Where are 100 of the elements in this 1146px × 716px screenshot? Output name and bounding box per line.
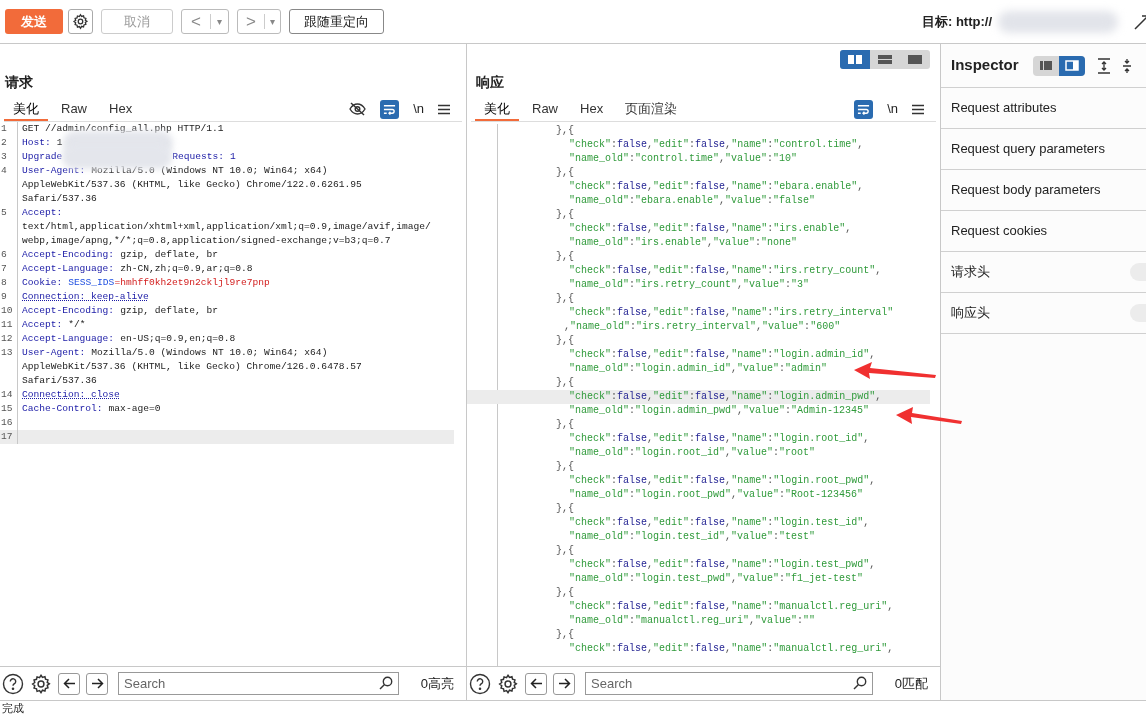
arrow-left-icon xyxy=(62,678,76,689)
wrap-toggle[interactable] xyxy=(854,99,874,119)
tab[interactable]: 美化 xyxy=(475,99,519,121)
newline-toggle[interactable]: \n xyxy=(413,99,424,119)
response-text: },{ xyxy=(556,293,574,304)
line-number: 9 xyxy=(1,291,7,302)
single-pane-icon xyxy=(907,54,923,65)
response-text: "name_old":"ebara.enable","value":"false" xyxy=(569,195,816,206)
header-name: Accept-Encoding: xyxy=(22,248,115,262)
request-text: GET //admin/config_all.php HTTP/1.1 xyxy=(22,122,224,136)
response-text: "name_old":"login.admin_id","value":"admin" xyxy=(569,363,828,374)
search-field[interactable]: Search xyxy=(118,672,399,695)
header-value: zh-CN,zh;q=0.9,ar;q=0.8 xyxy=(120,262,253,276)
header-name: Accept-Language: xyxy=(22,262,115,276)
inspector-section[interactable]: Request body parameters xyxy=(941,170,1146,211)
response-text: },{ xyxy=(556,503,574,514)
line-number: 5 xyxy=(1,207,7,218)
response-text: },{ xyxy=(556,335,574,346)
response-text: "check":false,"edit":false,"name":"irs.retry_count", xyxy=(569,265,882,276)
tab[interactable]: 页面渲染 xyxy=(616,99,687,121)
forward-button-group[interactable]: > ▾ xyxy=(237,9,281,34)
header-value: */* xyxy=(68,318,86,332)
inspector-section[interactable]: Request query parameters xyxy=(941,129,1146,170)
response-text: },{ xyxy=(556,545,574,556)
collapse-all-icon[interactable] xyxy=(1122,57,1131,74)
previous-button[interactable] xyxy=(525,672,547,695)
header-name: User-Agent: xyxy=(22,164,86,178)
match-count: 0高亮 xyxy=(420,674,454,693)
line-number: 14 xyxy=(1,389,13,400)
header-value: Mozilla/5.0 (Windows NT 10.0; Win64; x64) xyxy=(91,346,328,360)
header-name: Cookie: xyxy=(22,276,63,290)
line-number: 15 xyxy=(1,403,13,414)
header-name: Accept-Encoding: xyxy=(22,304,115,318)
help-icon[interactable] xyxy=(2,672,24,695)
settings-icon[interactable] xyxy=(30,672,52,695)
header-name: Host: xyxy=(22,136,51,150)
response-text: "check":false,"edit":false,"name":"login.test_pwd", xyxy=(569,559,876,570)
back-arrow: < xyxy=(190,13,202,30)
response-text: },{ xyxy=(556,377,574,388)
inspector-section[interactable]: Request attributes xyxy=(941,88,1146,129)
request-text: Safari/537.36 xyxy=(22,374,97,388)
search-icon xyxy=(852,676,867,690)
inspector-view-button[interactable] xyxy=(1058,55,1085,76)
response-text: "check":false,"edit":false,"name":"irs.enable", xyxy=(569,223,852,234)
response-text: "name_old":"login.root_id","value":"root" xyxy=(569,447,816,458)
header-name: Cache-Control: xyxy=(22,402,103,416)
tab[interactable]: 美化 xyxy=(4,99,48,121)
eye-off-icon[interactable] xyxy=(349,102,367,116)
tab[interactable]: Hex xyxy=(100,99,142,121)
response-text: "name_old":"manualctl.reg_uri","value":"" xyxy=(569,615,816,626)
search-field[interactable]: Search xyxy=(585,672,873,695)
inspector-section[interactable]: Request cookies xyxy=(941,211,1146,252)
settings-icon[interactable] xyxy=(497,672,519,695)
header-value: Mozilla/5.0 (Windows NT 10.0; Win64; x64) xyxy=(91,164,328,178)
response-text: "name_old":"login.test_pwd","value":"f1_jet-test" xyxy=(569,573,864,584)
newline-toggle[interactable]: \n xyxy=(887,99,898,119)
header-name: Upgrade xyxy=(22,150,63,164)
tab[interactable]: Raw xyxy=(52,99,96,121)
status-text: 完成 xyxy=(2,703,24,714)
inspector-section[interactable]: 请求头 xyxy=(941,252,1146,293)
arrow-left-icon xyxy=(529,678,543,689)
next-button[interactable] xyxy=(86,672,108,695)
settings-button[interactable] xyxy=(68,9,93,34)
response-text: "check":false,"edit":false,"name":"ebara.enable", xyxy=(569,181,864,192)
line-number: 4 xyxy=(1,165,7,176)
response-text: "name_old":"irs.enable","value":"none" xyxy=(569,237,798,248)
rows-icon xyxy=(877,54,893,65)
response-text: },{ xyxy=(556,209,574,220)
back-button-group[interactable]: < ▾ xyxy=(181,9,229,34)
menu-icon[interactable] xyxy=(438,103,450,115)
response-text: "name_old":"login.root_pwd","value":"Root-123456" xyxy=(569,489,864,500)
next-button[interactable] xyxy=(553,672,575,695)
response-text: "check":false,"edit":false,"name":"login.root_id", xyxy=(569,433,870,444)
previous-button[interactable] xyxy=(58,672,80,695)
response-text: "name_old":"control.time","value":"10" xyxy=(569,153,798,164)
request-text: Connection: keep-alive xyxy=(22,290,149,304)
line-number: 17 xyxy=(1,431,13,442)
menu-icon[interactable] xyxy=(912,103,924,115)
inspector-section[interactable]: 响应头 xyxy=(941,293,1146,334)
tab[interactable]: Raw xyxy=(523,99,567,121)
header-value: gzip, deflate, br xyxy=(120,248,218,262)
response-text: },{ xyxy=(556,461,574,472)
tab[interactable]: Hex xyxy=(571,99,613,121)
line-number: 16 xyxy=(1,417,13,428)
help-icon[interactable] xyxy=(469,672,491,695)
expand-icon[interactable] xyxy=(1134,13,1146,30)
request-text: Safari/537.36 xyxy=(22,192,97,206)
wrap-toggle[interactable] xyxy=(380,99,400,119)
response-text: "check":false,"edit":false,"name":"irs.retry_interval" xyxy=(569,307,894,318)
left-sidebar-icon xyxy=(1038,60,1053,71)
arrow-right-icon xyxy=(90,678,104,689)
response-text: "check":false,"edit":false,"name":"manualctl.reg_uri", xyxy=(569,601,894,612)
response-text: "name_old":"login.test_id","value":"test" xyxy=(569,531,816,542)
line-number: 10 xyxy=(1,305,13,316)
request-text: Connection: close xyxy=(22,388,120,402)
expand-all-icon[interactable] xyxy=(1096,57,1111,74)
request-text: text/html,application/xhtml+xml,application/xml;q=0.9,image/avif,image/ xyxy=(22,220,431,234)
request-text: AppleWebKit/537.36 (KHTML, like Gecko) Chrome/126.0.6478.57 xyxy=(22,360,362,374)
follow-redirect-button[interactable]: 跟随重定向 xyxy=(289,9,384,34)
layout-view-button[interactable] xyxy=(840,50,870,69)
